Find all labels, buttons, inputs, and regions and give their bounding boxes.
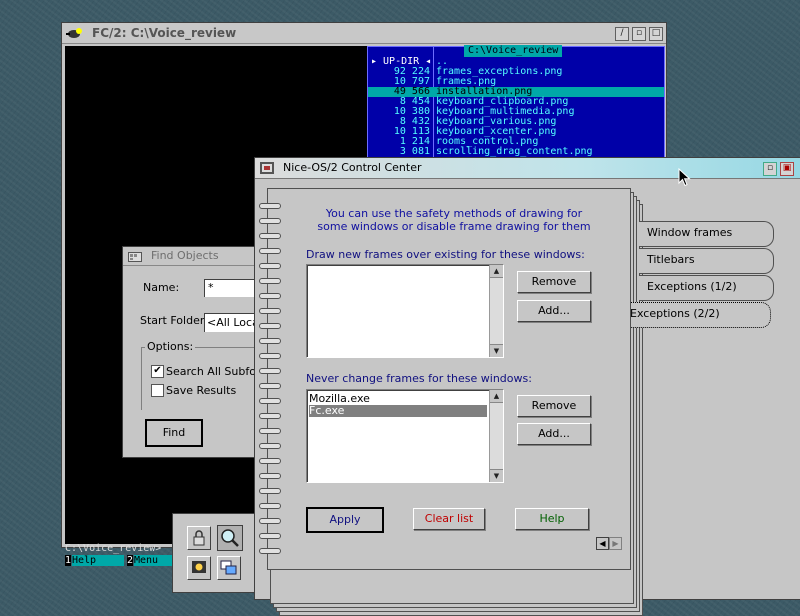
options-label: Options: (145, 340, 196, 353)
find-objects-window: Find Objects Name: * Start Folder: <All … (122, 246, 264, 458)
binding-ring (259, 368, 281, 374)
remove-button-top[interactable]: Remove (517, 271, 591, 293)
binding-ring (259, 503, 281, 509)
binding-ring (259, 458, 281, 464)
binding-ring (259, 293, 281, 299)
control-center-window: Nice-OS/2 Control Center ▫ ▣ Window fram… (254, 157, 800, 616)
control-center-app-icon (260, 162, 274, 174)
binding-ring (259, 443, 281, 449)
draw-frames-label: Draw new frames over existing for these … (306, 248, 585, 261)
monitor-icon (192, 561, 206, 573)
binding-ring (259, 233, 281, 239)
find-folder-icon (128, 252, 142, 262)
scroll-up-icon[interactable]: ▲ (490, 265, 503, 278)
search-button[interactable] (217, 525, 243, 551)
notebook-page: You can use the safety methods of drawin… (259, 188, 631, 570)
apply-button[interactable]: Apply (306, 507, 384, 533)
clear-list-button[interactable]: Clear list (413, 508, 485, 530)
file-panel[interactable]: ▸ UP-DIR ◂.. 92 224 frames_exceptions.png 1… (367, 45, 665, 160)
help-button[interactable]: Help (515, 508, 589, 530)
binding-ring (259, 533, 281, 539)
hide-icon[interactable]: ∕ (615, 27, 629, 41)
monitor-button[interactable] (187, 556, 211, 580)
description-text: You can use the safety methods of drawin… (317, 207, 591, 233)
mouse-cursor-icon (678, 168, 691, 187)
panel-title: C:\Voice_review (464, 45, 563, 57)
remove-button-bottom[interactable]: Remove (517, 395, 591, 417)
never-change-label: Never change frames for these windows: (306, 372, 532, 385)
fkey-2-num[interactable]: 2 (127, 555, 134, 566)
maximize-icon[interactable]: ▣ (780, 162, 794, 176)
windows-button[interactable] (217, 556, 241, 580)
search-all-label: Search All Subfolders (166, 365, 263, 378)
binding-ring (259, 338, 281, 344)
restore-icon[interactable]: ▫ (632, 27, 646, 41)
draw-frames-list[interactable]: ▲ ▼ (306, 264, 504, 358)
binding-ring (259, 278, 281, 284)
scroll-up-icon[interactable]: ▲ (490, 390, 503, 403)
binding-ring (259, 263, 281, 269)
file-size: 3 081 (399, 146, 430, 157)
binding-ring (259, 428, 281, 434)
next-page-icon[interactable]: ▶ (609, 537, 622, 550)
binding-ring (259, 353, 281, 359)
add-button-top[interactable]: Add... (517, 300, 591, 322)
list-item-selected[interactable]: Fc.exe (309, 405, 487, 417)
lock-button[interactable] (187, 526, 211, 550)
name-label: Name: (143, 281, 180, 294)
scroll-down-icon[interactable]: ▼ (490, 344, 503, 357)
command-prompt[interactable]: C:\Voice_review> (65, 543, 161, 554)
search-all-checkbox[interactable]: ✔ (151, 365, 164, 378)
options-group (141, 347, 264, 410)
file-row[interactable]: 3 081 scrolling_drag_content.png (368, 147, 664, 157)
binding-ring (259, 383, 281, 389)
binding-ring (259, 413, 281, 419)
save-results-checkbox[interactable] (151, 384, 164, 397)
prev-page-icon[interactable]: ◀ (596, 537, 609, 550)
tab-exceptions-1[interactable]: Exceptions (1/2) (639, 275, 774, 301)
maximize-icon[interactable]: □ (649, 27, 663, 41)
binding-ring (259, 398, 281, 404)
fc-app-icon (66, 28, 82, 38)
control-center-titlebar[interactable]: Nice-OS/2 Control Center ▫ ▣ (255, 158, 800, 179)
binding-ring (259, 248, 281, 254)
windows-icon (220, 560, 237, 575)
never-change-scrollbar[interactable]: ▲ ▼ (489, 390, 503, 482)
scroll-down-icon[interactable]: ▼ (490, 469, 503, 482)
minimize-icon[interactable]: ▫ (763, 162, 777, 176)
binding-ring (259, 548, 281, 554)
binding-ring (259, 203, 281, 209)
fc-title: FC/2: C:\Voice_review (92, 26, 237, 40)
never-change-list[interactable]: Mozilla.exe Fc.exe ▲ ▼ (306, 389, 504, 483)
binding-ring (259, 218, 281, 224)
fc-titlebar[interactable]: FC/2: C:\Voice_review ∕ ▫ □ (62, 23, 666, 44)
binding-ring (259, 473, 281, 479)
find-button[interactable]: Find (145, 419, 203, 447)
save-results-label: Save Results (166, 384, 237, 397)
binding-ring (259, 308, 281, 314)
lock-icon (193, 530, 205, 546)
toolbar-window (172, 513, 264, 593)
fkey-1-num[interactable]: 1 (65, 555, 72, 566)
tab-titlebars[interactable]: Titlebars (639, 248, 774, 274)
find-title: Find Objects (151, 249, 219, 262)
file-name: scrolling_drag_content.png (436, 146, 593, 157)
binding-ring (259, 518, 281, 524)
draw-frames-scrollbar[interactable]: ▲ ▼ (489, 265, 503, 357)
tab-exceptions-2[interactable]: Exceptions (2/2) (621, 302, 771, 328)
binding-ring (259, 323, 281, 329)
add-button-bottom[interactable]: Add... (517, 423, 591, 445)
name-input-value: * (208, 281, 214, 294)
magnifier-icon (221, 529, 239, 547)
tab-window-frames[interactable]: Window frames (639, 221, 774, 247)
binding-ring (259, 488, 281, 494)
start-folder-label: Start Folder: (140, 314, 208, 327)
control-center-title: Nice-OS/2 Control Center (283, 161, 422, 174)
fkey-1-label[interactable]: Help (72, 555, 124, 566)
find-titlebar[interactable]: Find Objects (123, 247, 263, 266)
